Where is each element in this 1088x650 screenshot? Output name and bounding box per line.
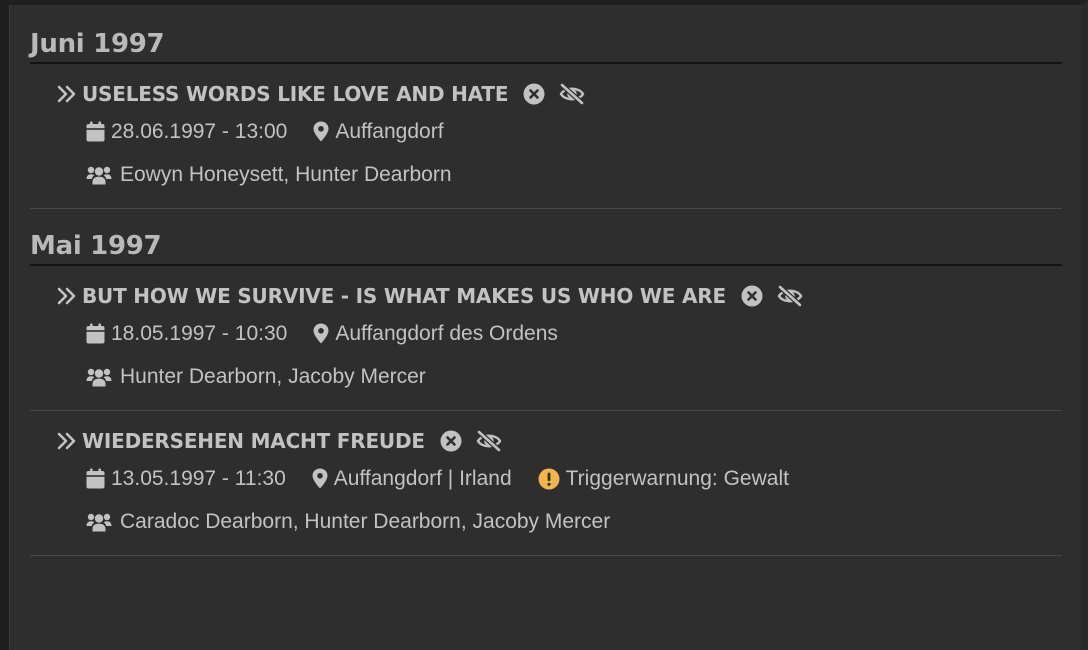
event-trigger-warning: Triggerwarnung: Gewalt xyxy=(565,466,789,490)
double-chevron-right-icon[interactable] xyxy=(57,287,77,305)
event-info-row: 28.06.1997 - 13:00 Auffangdorf xyxy=(57,110,1062,153)
calendar-icon xyxy=(86,121,105,142)
event-item: USELESS WORDS LIKE LOVE AND HATE 28.06.1… xyxy=(30,78,1062,209)
calendar-icon xyxy=(86,468,105,489)
users-icon xyxy=(86,165,112,185)
event-location: Auffangdorf | Irland xyxy=(333,466,512,490)
eye-slash-icon[interactable] xyxy=(558,83,586,105)
users-icon xyxy=(86,512,112,532)
event-item: WIEDERSEHEN MACHT FREUDE 13.05.1997 - 11… xyxy=(30,425,1062,556)
event-info-row: 13.05.1997 - 11:30 Auffangdorf | Irland … xyxy=(57,457,1062,500)
exclamation-circle-icon xyxy=(538,468,560,490)
circle-x-icon[interactable] xyxy=(440,430,462,452)
double-chevron-right-icon[interactable] xyxy=(57,85,77,103)
event-datetime: 18.05.1997 - 10:30 xyxy=(111,321,288,345)
eye-slash-icon[interactable] xyxy=(776,285,804,307)
eye-slash-icon[interactable] xyxy=(475,430,503,452)
event-title[interactable]: WIEDERSEHEN MACHT FREUDE xyxy=(82,429,425,453)
event-location: Auffangdorf xyxy=(335,119,444,143)
month-section: Mai 1997 BUT HOW WE SURVIVE - IS WHAT MA… xyxy=(30,228,1062,556)
event-participants-row: Eowyn Honeysett, Hunter Dearborn xyxy=(57,153,1062,196)
event-participants-row: Caradoc Dearborn, Hunter Dearborn, Jacob… xyxy=(57,500,1062,543)
event-info-row: 18.05.1997 - 10:30 Auffangdorf des Orden… xyxy=(57,312,1062,355)
event-title[interactable]: BUT HOW WE SURVIVE - IS WHAT MAKES US WH… xyxy=(82,284,726,308)
event-location: Auffangdorf des Ordens xyxy=(335,321,558,345)
event-participants-row: Hunter Dearborn, Jacoby Mercer xyxy=(57,355,1062,398)
panel-divider xyxy=(9,5,10,650)
circle-x-icon[interactable] xyxy=(523,83,545,105)
circle-x-icon[interactable] xyxy=(741,285,763,307)
month-heading: Mai 1997 xyxy=(30,228,1062,266)
month-heading: Juni 1997 xyxy=(30,26,1062,64)
events-list: Juni 1997 USELESS WORDS LIKE LOVE AND HA… xyxy=(30,26,1062,556)
month-section: Juni 1997 USELESS WORDS LIKE LOVE AND HA… xyxy=(30,26,1062,209)
event-datetime: 28.06.1997 - 13:00 xyxy=(111,119,288,143)
calendar-icon xyxy=(86,323,105,344)
map-pin-icon xyxy=(313,121,329,142)
event-participants: Eowyn Honeysett, Hunter Dearborn xyxy=(120,162,452,186)
event-participants: Caradoc Dearborn, Hunter Dearborn, Jacob… xyxy=(120,509,611,533)
event-participants: Hunter Dearborn, Jacoby Mercer xyxy=(120,364,426,388)
event-title[interactable]: USELESS WORDS LIKE LOVE AND HATE xyxy=(82,82,508,106)
map-pin-icon xyxy=(312,468,328,489)
event-item: BUT HOW WE SURVIVE - IS WHAT MAKES US WH… xyxy=(30,280,1062,411)
event-datetime: 13.05.1997 - 11:30 xyxy=(111,466,286,490)
double-chevron-right-icon[interactable] xyxy=(57,432,77,450)
map-pin-icon xyxy=(313,323,329,344)
users-icon xyxy=(86,367,112,387)
